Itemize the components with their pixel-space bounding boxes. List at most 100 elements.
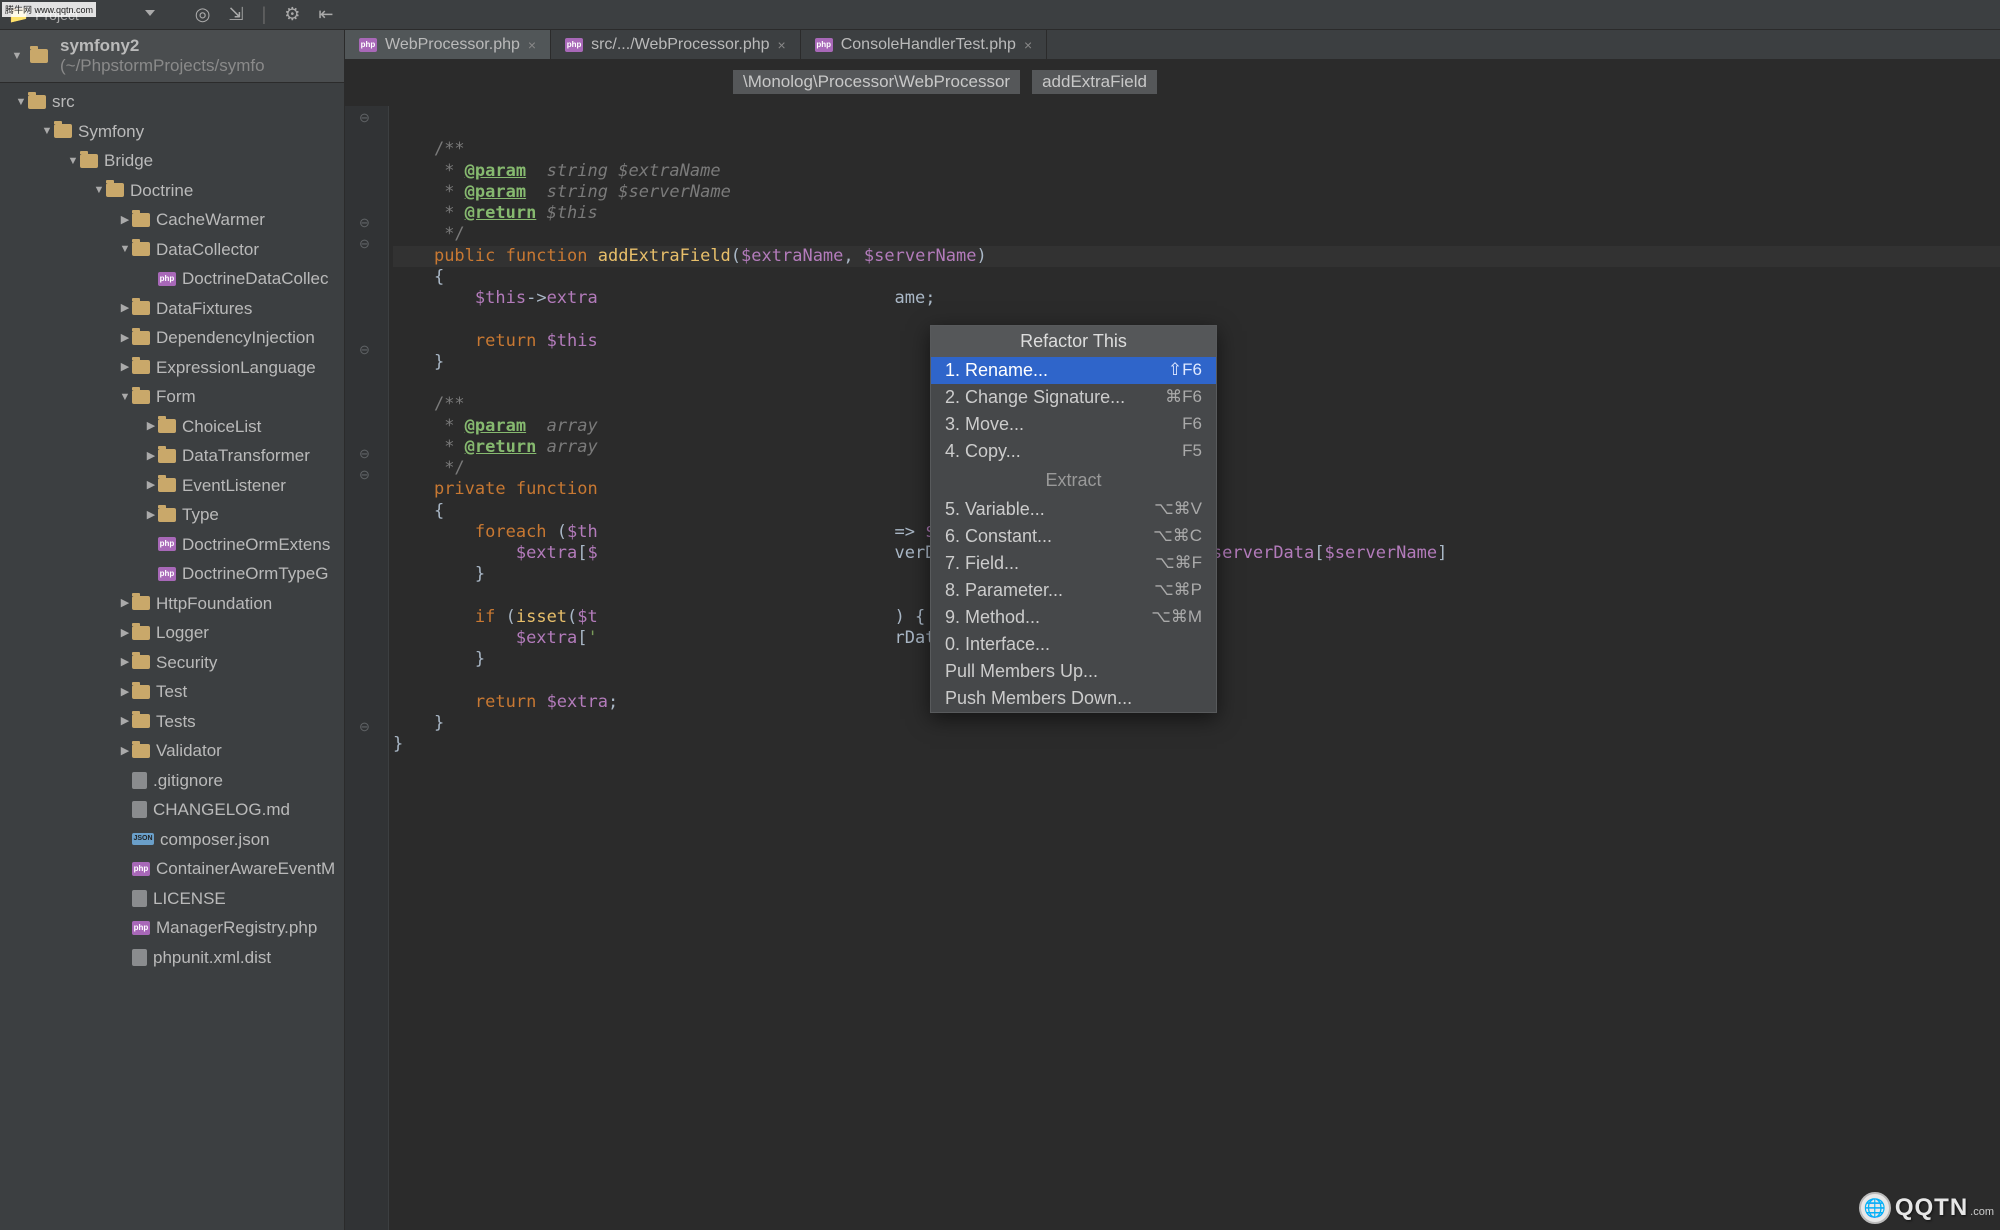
close-icon[interactable]: ×	[778, 37, 786, 53]
tree-item[interactable]: Validator	[0, 736, 344, 766]
tree-item[interactable]: CacheWarmer	[0, 205, 344, 235]
divider: |	[262, 4, 267, 25]
editor-tab[interactable]: phpConsoleHandlerTest.php×	[801, 30, 1047, 59]
chevron-down-icon[interactable]	[10, 50, 24, 62]
php-file-icon: php	[132, 862, 150, 876]
chevron-icon[interactable]	[144, 418, 158, 435]
tree-item[interactable]: Doctrine	[0, 176, 344, 206]
chevron-icon[interactable]	[118, 625, 132, 642]
tab-label: src/.../WebProcessor.php	[591, 36, 769, 54]
tree-item[interactable]: phpContainerAwareEventM	[0, 854, 344, 884]
chevron-icon[interactable]	[14, 94, 28, 111]
tree-item-label: Type	[182, 502, 219, 528]
close-icon[interactable]: ×	[1024, 37, 1032, 53]
chevron-icon[interactable]	[144, 507, 158, 524]
tree-item-label: src	[52, 89, 75, 115]
project-sidebar[interactable]: symfony2 (~/PhpstormProjects/symfo srcSy…	[0, 30, 345, 1230]
popup-menu-item[interactable]: 6. Constant...⌥⌘C	[931, 523, 1216, 550]
folder-icon	[54, 124, 72, 138]
tree-item[interactable]: Type	[0, 500, 344, 530]
tree-item[interactable]: DependencyInjection	[0, 323, 344, 353]
target-icon[interactable]: ◎	[195, 4, 211, 25]
popup-menu-item[interactable]: 5. Variable...⌥⌘V	[931, 496, 1216, 523]
chevron-icon[interactable]	[118, 300, 132, 317]
tree-item[interactable]: Bridge	[0, 146, 344, 176]
tree-item[interactable]: DataCollector	[0, 235, 344, 265]
folder-icon	[132, 596, 150, 610]
hide-icon[interactable]: ⇤	[318, 4, 333, 25]
tree-item[interactable]: phpManagerRegistry.php	[0, 913, 344, 943]
tree-item[interactable]: Form	[0, 382, 344, 412]
popup-item-label: 4. Copy...	[945, 441, 1021, 462]
tree-item[interactable]: phpDoctrineOrmTypeG	[0, 559, 344, 589]
chevron-down-icon[interactable]	[145, 10, 155, 20]
tree-item-label: HttpFoundation	[156, 591, 272, 617]
toolbar: 📁 Project ◎ ⇲ | ⚙ ⇤	[0, 0, 2000, 30]
project-root[interactable]: symfony2 (~/PhpstormProjects/symfo	[0, 30, 344, 83]
gutter: ⊖ ⊖ ⊖ ⊖ ⊖ ⊖ ⊖	[345, 106, 389, 1230]
chevron-icon[interactable]	[118, 241, 132, 258]
php-file-icon: php	[359, 38, 377, 52]
chevron-icon[interactable]	[66, 153, 80, 170]
php-file-icon: php	[132, 921, 150, 935]
tree-item-label: ChoiceList	[182, 414, 261, 440]
tree-item-label: Validator	[156, 738, 222, 764]
popup-menu-item[interactable]: 4. Copy...F5	[931, 438, 1216, 465]
tree-item[interactable]: CHANGELOG.md	[0, 795, 344, 825]
popup-menu-item[interactable]: 7. Field... ⌥⌘F	[931, 550, 1216, 577]
tree-item[interactable]: Symfony	[0, 117, 344, 147]
editor-tab[interactable]: phpsrc/.../WebProcessor.php×	[551, 30, 801, 59]
popup-menu-item[interactable]: 9. Method...⌥⌘M	[931, 604, 1216, 631]
tree-item[interactable]: Logger	[0, 618, 344, 648]
chevron-icon[interactable]	[40, 123, 54, 140]
tree-item[interactable]: DataFixtures	[0, 294, 344, 324]
chevron-icon[interactable]	[92, 182, 106, 199]
popup-item-label: 2. Change Signature...	[945, 387, 1125, 408]
tree-item[interactable]: LICENSE	[0, 884, 344, 914]
chevron-icon[interactable]	[118, 743, 132, 760]
chevron-icon[interactable]	[118, 389, 132, 406]
tree-item[interactable]: ChoiceList	[0, 412, 344, 442]
tree-item[interactable]: phpunit.xml.dist	[0, 943, 344, 973]
editor-tab[interactable]: phpWebProcessor.php×	[345, 30, 551, 59]
project-name: symfony2	[60, 36, 139, 55]
tree-item-label: Form	[156, 384, 196, 410]
popup-item-label: 7. Field...	[945, 553, 1019, 574]
chevron-icon[interactable]	[118, 359, 132, 376]
popup-item-shortcut: ⌥⌘F	[1155, 553, 1202, 574]
popup-menu-item[interactable]: 8. Parameter...⌥⌘P	[931, 577, 1216, 604]
close-icon[interactable]: ×	[528, 37, 536, 53]
breadcrumb-class[interactable]: \Monolog\Processor\WebProcessor	[733, 70, 1020, 94]
gear-icon[interactable]: ⚙	[284, 4, 300, 25]
collapse-icon[interactable]: ⇲	[228, 4, 243, 25]
chevron-icon[interactable]	[118, 684, 132, 701]
tree-item[interactable]: ExpressionLanguage	[0, 353, 344, 383]
popup-menu-item[interactable]: Pull Members Up...	[931, 658, 1216, 685]
tree-item[interactable]: Test	[0, 677, 344, 707]
chevron-icon[interactable]	[118, 212, 132, 229]
tree-item[interactable]: Tests	[0, 707, 344, 737]
tree-item[interactable]: EventListener	[0, 471, 344, 501]
tree-item[interactable]: Security	[0, 648, 344, 678]
popup-item-shortcut: ⌥⌘M	[1151, 607, 1202, 628]
tree-item[interactable]: phpDoctrineOrmExtens	[0, 530, 344, 560]
chevron-icon[interactable]	[144, 448, 158, 465]
chevron-icon[interactable]	[118, 713, 132, 730]
popup-menu-item[interactable]: 1. Rename...⇧F6	[931, 357, 1216, 384]
tree-item[interactable]: HttpFoundation	[0, 589, 344, 619]
chevron-icon[interactable]	[144, 477, 158, 494]
tree-item[interactable]: JSONcomposer.json	[0, 825, 344, 855]
popup-menu-item[interactable]: 3. Move...F6	[931, 411, 1216, 438]
folder-icon	[132, 714, 150, 728]
breadcrumb-member[interactable]: addExtraField	[1032, 70, 1157, 94]
popup-menu-item[interactable]: Push Members Down...	[931, 685, 1216, 712]
tree-item[interactable]: DataTransformer	[0, 441, 344, 471]
tree-item[interactable]: src	[0, 87, 344, 117]
popup-menu-item[interactable]: 0. Interface...	[931, 631, 1216, 658]
popup-menu-item[interactable]: 2. Change Signature...⌘F6	[931, 384, 1216, 411]
chevron-icon[interactable]	[118, 654, 132, 671]
tree-item[interactable]: .gitignore	[0, 766, 344, 796]
chevron-icon[interactable]	[118, 595, 132, 612]
chevron-icon[interactable]	[118, 330, 132, 347]
tree-item[interactable]: phpDoctrineDataCollec	[0, 264, 344, 294]
